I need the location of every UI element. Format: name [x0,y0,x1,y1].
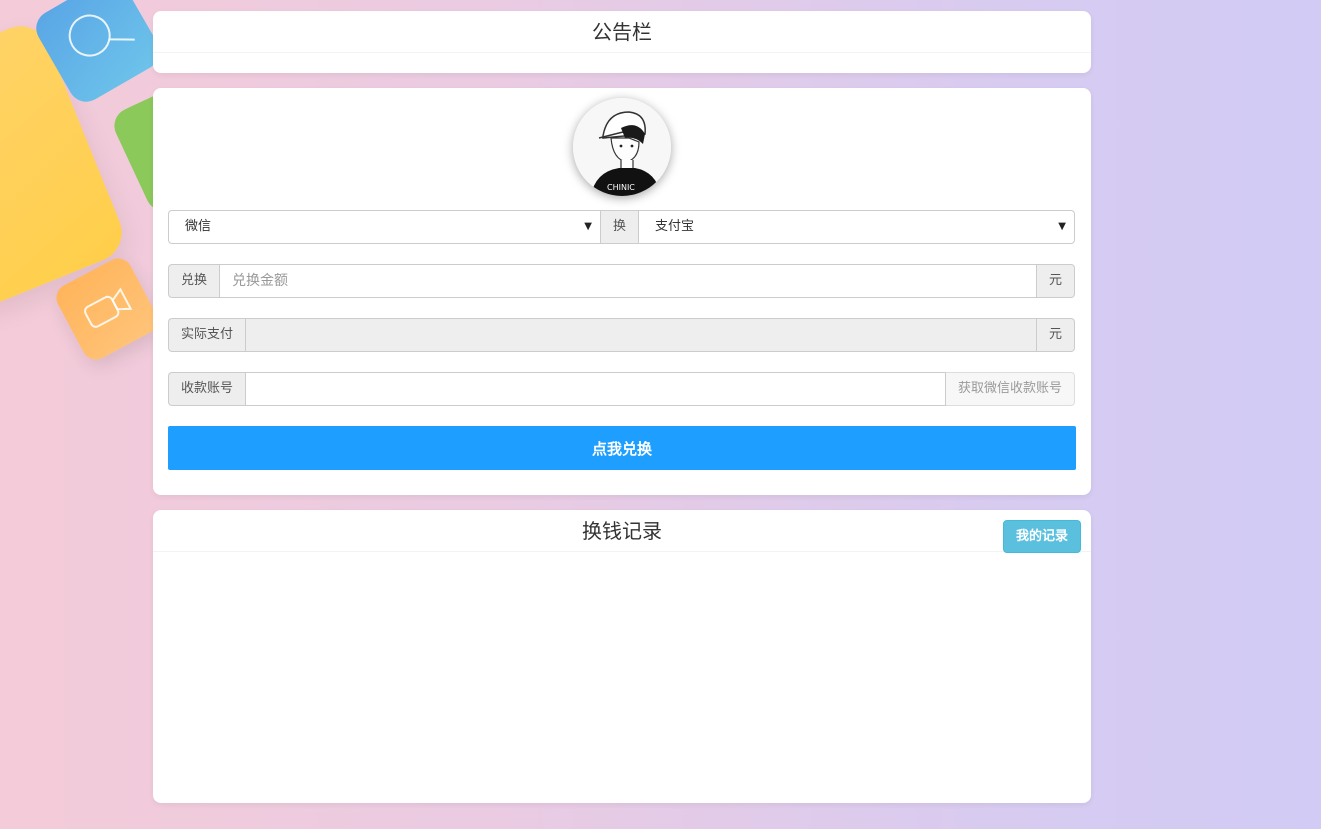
exchange-direction-row: 微信 ▼ 换 支付宝 ▼ [168,210,1075,244]
amount-row: 兑换 元 [168,264,1075,298]
exchange-submit-button[interactable]: 点我兑换 [168,426,1076,470]
account-input[interactable] [245,372,946,406]
to-method-select[interactable]: 支付宝 ▼ [638,210,1075,244]
avatar: CHINIC [573,98,671,196]
caret-down-icon: ▼ [584,221,592,232]
records-panel: 换钱记录 我的记录 [153,510,1091,803]
actual-payment-row: 实际支付 元 [168,318,1075,352]
records-title-bar: 换钱记录 [153,510,1091,552]
get-account-button[interactable]: 获取微信收款账号 [945,372,1075,406]
my-records-button[interactable]: 我的记录 [1002,520,1081,553]
to-method-value: 支付宝 [655,219,695,234]
svg-text:CHINIC: CHINIC [607,183,635,192]
exchange-form-panel: CHINIC 微信 ▼ 换 支付宝 ▼ 兑换 元 实际支付 元 收款账号 获取微… [153,88,1091,495]
from-method-select[interactable]: 微信 ▼ [168,210,601,244]
notice-panel: 公告栏 [153,11,1091,73]
amount-input[interactable] [219,264,1037,298]
actual-payment-unit: 元 [1036,318,1075,352]
caret-down-icon: ▼ [1058,221,1066,232]
notice-title: 公告栏 [153,11,1091,53]
account-row: 收款账号 获取微信收款账号 [168,372,1075,406]
records-title: 换钱记录 [582,519,662,543]
from-method-value: 微信 [185,219,212,234]
account-label: 收款账号 [168,372,246,406]
amount-label: 兑换 [168,264,220,298]
swap-label: 换 [601,210,639,244]
actual-payment-input [245,318,1037,352]
amount-unit: 元 [1036,264,1075,298]
actual-payment-label: 实际支付 [168,318,246,352]
